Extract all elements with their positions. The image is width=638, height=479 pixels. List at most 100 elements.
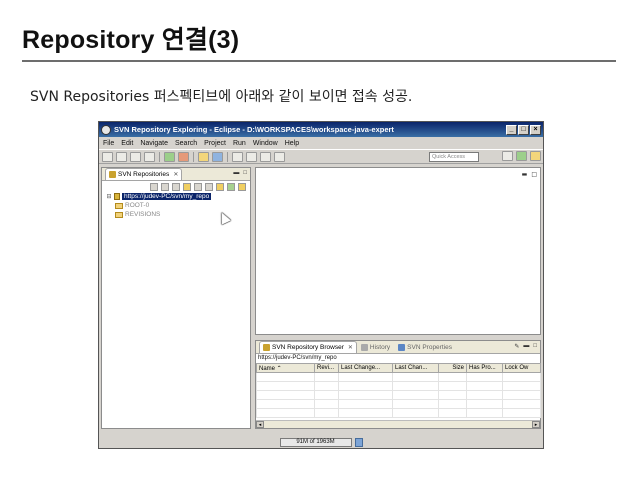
minimize-view-icon[interactable]: ▬ (523, 343, 529, 350)
tree-item-repo[interactable]: ⊟ https://judev-PC/svn/my_repo (106, 192, 250, 201)
tab-label: SVN Repository Browser (272, 344, 344, 351)
menu-search[interactable]: Search (175, 140, 197, 147)
forward-arrow-icon[interactable] (260, 151, 271, 162)
properties-icon (398, 344, 406, 351)
scroll-left-icon[interactable]: ◂ (256, 421, 264, 428)
back-arrow-icon[interactable] (246, 151, 257, 162)
print-icon[interactable] (144, 151, 155, 162)
column-lock-owner[interactable]: Lock Ow (502, 363, 541, 373)
repository-icon (114, 193, 120, 200)
minimize-view-icon[interactable]: ▬ (233, 170, 239, 176)
eclipse-app-icon (101, 124, 111, 135)
tab-svn-repository-browser[interactable]: SVN Repository Browser ✕ (259, 341, 357, 353)
browser-table: Name ⌃ Revi... Last Change... Last Chan.… (256, 363, 541, 418)
menu-navigate[interactable]: Navigate (140, 140, 168, 147)
home-icon[interactable] (150, 182, 158, 191)
java-perspective-icon[interactable] (516, 151, 527, 161)
folder-icon (115, 202, 123, 209)
table-row (256, 372, 541, 382)
heap-status: 91M of 1963M (279, 437, 352, 447)
table-row (256, 390, 541, 400)
repos-tabbar: SVN Repositories ✕ ▬ □ (102, 168, 250, 181)
menu-window[interactable]: Window (253, 140, 278, 147)
browser-icon (263, 344, 270, 351)
garbage-collect-icon[interactable] (354, 437, 363, 447)
close-button[interactable]: × (530, 124, 541, 135)
table-row (256, 381, 541, 391)
save-icon[interactable] (116, 151, 127, 162)
window-titlebar[interactable]: SVN Repository Exploring - Eclipse - D:\… (99, 122, 543, 137)
tree-item-label: ROOT-0 (125, 202, 150, 209)
table-row (256, 408, 541, 418)
add-repository-icon[interactable] (227, 182, 235, 191)
repository-url: https://judev-PC/svn/my_repo (122, 193, 212, 200)
quick-access-input[interactable]: Quick Access (429, 152, 479, 162)
collapse-toggle-icon[interactable]: ⊟ (106, 193, 112, 200)
column-revision[interactable]: Revi... (314, 363, 339, 373)
menu-edit[interactable]: Edit (121, 140, 133, 147)
new-location-icon[interactable] (183, 182, 191, 191)
maximize-view-icon[interactable]: □ (243, 170, 247, 176)
toolbar-separator (193, 151, 194, 162)
menu-run[interactable]: Run (233, 140, 246, 147)
svn-perspective-icon[interactable] (530, 151, 541, 161)
slide-subtitle: SVN Repositories 퍼스펙티브에 아래와 같이 보이면 접속 성공… (30, 89, 413, 105)
maximize-view-icon[interactable]: □ (533, 343, 537, 350)
refresh-icon[interactable] (216, 182, 224, 191)
folder-icon (115, 211, 123, 218)
collapse-all-icon[interactable] (194, 182, 202, 191)
toolbar-separator (227, 151, 228, 162)
toolbar-separator (159, 151, 160, 162)
tab-label: SVN Properties (407, 344, 452, 351)
maximize-view-icon[interactable]: □ (531, 171, 537, 178)
tab-label: History (369, 344, 391, 351)
window-title: SVN Repository Exploring - Eclipse - D:\… (114, 125, 394, 134)
history-icon (360, 344, 368, 351)
column-name[interactable]: Name ⌃ (256, 363, 315, 373)
browser-tabbar: SVN Repository Browser ✕ History SVN Pro… (256, 341, 540, 354)
link-icon[interactable] (205, 182, 213, 191)
new-icon[interactable] (102, 151, 113, 162)
tab-history[interactable]: History (357, 341, 394, 353)
tab-label: SVN Repositories (118, 171, 170, 178)
minimize-view-icon[interactable]: ▬ (522, 171, 528, 178)
tab-svn-repositories[interactable]: SVN Repositories ✕ (105, 168, 183, 180)
eclipse-window: SVN Repository Exploring - Eclipse - D:\… (98, 121, 544, 449)
column-size[interactable]: Size (438, 363, 467, 373)
annotation-icon[interactable] (232, 151, 243, 162)
open-perspective-icon[interactable] (502, 151, 513, 161)
view-menu-icon[interactable] (238, 182, 246, 191)
slide-title: Repository 연결(3) (22, 26, 240, 54)
forward-icon[interactable] (172, 182, 180, 191)
pin-icon[interactable]: ✎ (514, 343, 519, 350)
repository-icon (109, 171, 116, 178)
menu-bar: File Edit Navigate Search Project Run Wi… (99, 137, 543, 149)
tree-item-root[interactable]: ROOT-0 (106, 201, 250, 210)
tab-svn-properties[interactable]: SVN Properties (394, 341, 456, 353)
minimize-button[interactable]: _ (506, 124, 517, 135)
column-has-props[interactable]: Has Pro... (466, 363, 503, 373)
search-icon[interactable] (212, 151, 223, 162)
debug-icon[interactable] (164, 151, 175, 162)
back-icon[interactable] (161, 182, 169, 191)
maximize-button[interactable]: □ (518, 124, 529, 135)
history-arrow-icon[interactable] (274, 151, 285, 162)
status-bar: 91M of 1963M (99, 436, 543, 448)
menu-project[interactable]: Project (204, 140, 226, 147)
scroll-right-icon[interactable]: ▸ (532, 421, 540, 428)
save-all-icon[interactable] (130, 151, 141, 162)
column-last-change-date[interactable]: Last Change... (338, 363, 393, 373)
open-folder-icon[interactable] (198, 151, 209, 162)
horizontal-scrollbar[interactable]: ◂ ▸ (256, 420, 540, 428)
svn-repositories-view: SVN Repositories ✕ ▬ □ ⊟ https://judev-P (101, 167, 251, 429)
svn-repository-browser-view: SVN Repository Browser ✕ History SVN Pro… (255, 340, 541, 429)
main-toolbar: Quick Access (99, 149, 543, 164)
run-icon[interactable] (178, 151, 189, 162)
close-icon[interactable]: ✕ (348, 344, 353, 351)
column-last-change-author[interactable]: Last Chan... (392, 363, 439, 373)
menu-file[interactable]: File (103, 140, 114, 147)
menu-help[interactable]: Help (285, 140, 299, 147)
close-icon[interactable]: ✕ (173, 171, 178, 178)
title-divider (22, 60, 616, 62)
tree-item-label: REVISIONS (125, 211, 161, 218)
